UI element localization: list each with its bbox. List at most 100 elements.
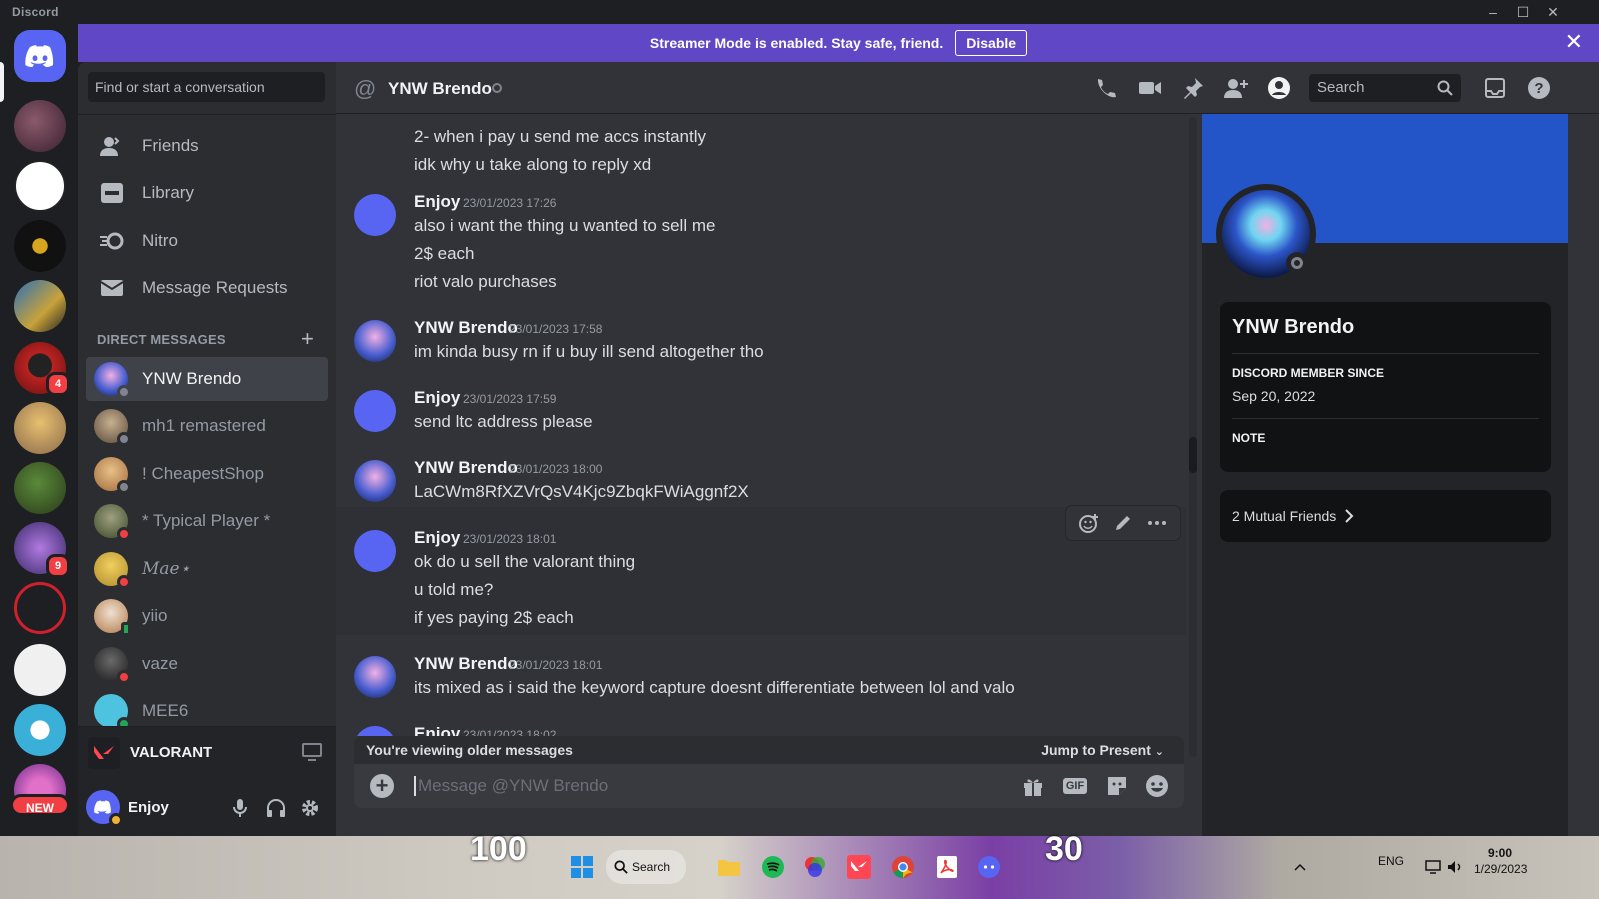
jump-to-present-button[interactable]: Jump to Present ⌄ (1041, 742, 1164, 758)
message-avatar[interactable] (354, 726, 396, 736)
message-avatar[interactable] (354, 390, 396, 432)
dm-item[interactable]: YNW Brendo (86, 357, 328, 401)
pdf-reader-button[interactable] (934, 850, 960, 884)
message-toolbar (1066, 506, 1180, 540)
older-messages-text: You're viewing older messages (366, 742, 573, 758)
dm-item[interactable]: ! CheapestShop (86, 452, 328, 496)
profile-scroll-gutter (1568, 114, 1599, 836)
minimize-button[interactable]: – (1478, 2, 1508, 22)
profile-name: YNW Brendo (1232, 316, 1355, 338)
dm-item[interactable]: mh1 remastered (86, 404, 328, 448)
message-author[interactable]: Enjoy (414, 528, 460, 548)
status-indicator (117, 670, 131, 684)
gif-button[interactable]: GIF (1062, 774, 1088, 798)
microphone-icon (233, 799, 247, 817)
attach-plus-button[interactable]: + (370, 774, 394, 798)
user-avatar[interactable] (86, 790, 123, 827)
server-icon[interactable] (14, 402, 66, 454)
gift-button[interactable] (1020, 774, 1046, 798)
taskbar-search[interactable]: Search (606, 850, 686, 884)
maximize-button[interactable]: ☐ (1508, 2, 1538, 22)
app-button[interactable] (802, 850, 828, 884)
server-icon[interactable] (14, 100, 66, 152)
language-indicator[interactable]: ENG (1378, 854, 1404, 868)
server-icon[interactable] (14, 220, 66, 272)
more-options-icon[interactable] (1147, 520, 1167, 526)
svg-text:?: ? (1534, 80, 1543, 97)
server-icon[interactable] (14, 462, 66, 514)
deafen-button[interactable] (264, 796, 288, 820)
emoji-icon (1146, 775, 1168, 797)
server-icon[interactable] (14, 582, 66, 634)
server-icon[interactable] (14, 160, 66, 212)
message-author[interactable]: Enjoy (414, 192, 460, 212)
start-button[interactable] (568, 850, 596, 884)
server-icon[interactable] (14, 280, 66, 332)
chrome-button[interactable] (890, 850, 916, 884)
inbox-button[interactable] (1482, 76, 1508, 100)
system-tray[interactable] (1414, 850, 1474, 884)
message-avatar[interactable] (354, 194, 396, 236)
message-author[interactable]: YNW Brendo (414, 654, 518, 674)
valorant-button[interactable] (846, 850, 872, 884)
user-profile-toggle[interactable] (1266, 76, 1292, 100)
dm-item[interactable]: vaze (86, 642, 328, 686)
dm-item[interactable]: Mae⋆ (86, 547, 328, 591)
server-icon[interactable] (14, 704, 66, 756)
message-author[interactable]: Enjoy (414, 724, 460, 736)
mutual-friends-button[interactable]: 2 Mutual Friends (1220, 490, 1551, 542)
avatar (94, 599, 131, 636)
start-voice-call-button[interactable] (1093, 76, 1119, 100)
message-text: 2$ each (414, 244, 475, 263)
banner-close-icon[interactable]: ✕ (1565, 31, 1583, 53)
start-video-call-button[interactable] (1137, 76, 1163, 100)
disable-button[interactable]: Disable (955, 30, 1028, 56)
clock-date[interactable]: 1/29/2023 (1474, 862, 1527, 876)
message-input[interactable]: Message @YNW Brendo (414, 776, 608, 796)
nav-nitro[interactable]: Nitro (86, 220, 328, 262)
valorant-logo-icon (88, 736, 120, 769)
show-hidden-icons-button[interactable] (1290, 850, 1310, 884)
create-dm-button[interactable]: + (301, 326, 314, 352)
message-avatar[interactable] (354, 530, 396, 572)
status-indicator (117, 527, 131, 541)
add-reaction-icon[interactable] (1079, 513, 1099, 533)
message-author[interactable]: Enjoy (414, 388, 460, 408)
chat-header-name: YNW Brendo (388, 79, 492, 98)
dm-item[interactable]: * Typical Player * (86, 499, 328, 543)
search-icon (1437, 80, 1453, 96)
server-icon[interactable] (14, 644, 66, 696)
message-avatar[interactable] (354, 320, 396, 362)
add-friends-to-dm-button[interactable] (1223, 76, 1249, 100)
nav-library[interactable]: Library (86, 172, 328, 214)
profile-avatar[interactable] (1216, 184, 1316, 284)
dm-search-input[interactable]: Find or start a conversation (88, 72, 325, 102)
edit-pencil-icon[interactable] (1114, 514, 1132, 532)
discord-taskbar-button[interactable] (976, 850, 1002, 884)
file-explorer-button[interactable] (716, 850, 742, 884)
scrollbar-thumb[interactable] (1189, 437, 1197, 473)
user-settings-button[interactable] (298, 796, 322, 820)
chat-search-input[interactable]: Search (1309, 74, 1461, 102)
message-author[interactable]: YNW Brendo (414, 458, 518, 478)
pinned-messages-button[interactable] (1180, 76, 1206, 100)
nav-label: Message Requests (142, 278, 288, 297)
home-button[interactable] (14, 30, 66, 82)
dm-item[interactable]: yiio (86, 594, 328, 638)
sticker-button[interactable] (1104, 774, 1130, 798)
emoji-button[interactable] (1144, 774, 1170, 798)
clock-time[interactable]: 9:00 (1488, 846, 1512, 860)
activity-panel[interactable]: VALORANT (78, 726, 336, 778)
new-badge[interactable]: NEW (10, 794, 70, 816)
mute-button[interactable] (228, 796, 252, 820)
chat-scrollbar[interactable] (1189, 117, 1197, 757)
nav-friends[interactable]: Friends (86, 125, 328, 167)
nav-message-requests[interactable]: Message Requests (86, 267, 328, 309)
message-avatar[interactable] (354, 656, 396, 698)
message-avatar[interactable] (354, 460, 396, 502)
close-window-button[interactable]: ✕ (1538, 2, 1568, 22)
spotify-button[interactable] (760, 850, 786, 884)
message-author[interactable]: YNW Brendo (414, 318, 518, 338)
friends-icon (100, 137, 120, 156)
help-button[interactable]: ? (1526, 76, 1552, 100)
